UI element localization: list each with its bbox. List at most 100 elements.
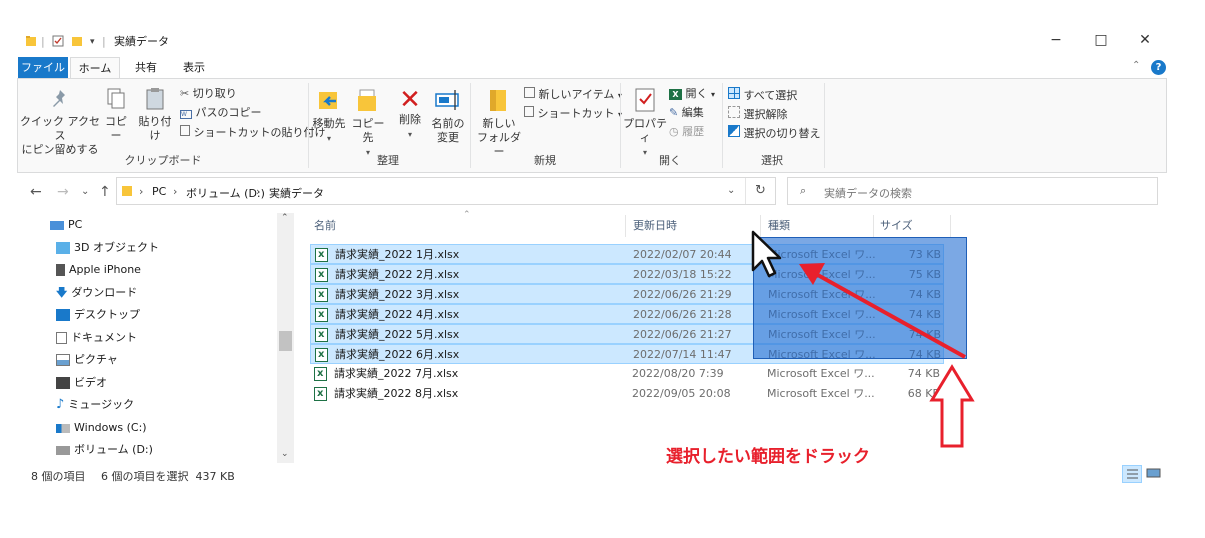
column-header-date[interactable]: 更新日時 xyxy=(633,215,677,237)
file-name: 請求実績_2022 4月.xlsx xyxy=(335,308,460,321)
edit-button[interactable]: ✎ 編集 xyxy=(669,106,704,120)
nav-item-videos[interactable]: ビデオ xyxy=(56,372,107,394)
ribbon-divider xyxy=(824,83,825,168)
new-folder-button[interactable]: 新しい フォルダー xyxy=(476,87,522,159)
shortcut-button[interactable]: ショートカット ▾ xyxy=(524,106,622,122)
breadcrumb-current-folder[interactable]: 実績データ xyxy=(269,185,324,201)
invert-selection-button[interactable]: 選択の切り替え xyxy=(728,125,821,141)
tab-home[interactable]: ホーム xyxy=(70,57,120,79)
group-label-clipboard: クリップボード xyxy=(124,154,202,167)
pictures-icon xyxy=(56,354,70,366)
copy-icon xyxy=(107,88,125,109)
annotation-caption: 選択したい範囲をドラック xyxy=(666,447,870,467)
new-folder-icon xyxy=(490,90,506,111)
move-to-icon xyxy=(319,92,337,109)
move-to-button[interactable]: 移動先 ▾ xyxy=(312,87,346,146)
scroll-up-icon[interactable]: ⌃ xyxy=(281,213,289,223)
file-row[interactable]: 請求実績_2022 8月.xlsx 2022/09/05 20:08 Microso… xyxy=(310,384,944,404)
collapse-ribbon-icon[interactable]: ⌃ xyxy=(1132,60,1140,71)
nav-item-pictures[interactable]: ピクチャ xyxy=(56,349,118,371)
recent-locations-icon[interactable]: ⌄ xyxy=(81,186,89,197)
shortcut-icon xyxy=(524,106,534,117)
column-header-size[interactable]: サイズ xyxy=(880,215,913,237)
details-view-icon[interactable] xyxy=(1122,465,1142,483)
file-date: 2022/06/26 21:27 xyxy=(633,328,732,341)
new-folder-quick-icon[interactable] xyxy=(71,35,83,51)
nav-scrollbar[interactable]: ⌃ ⌄ xyxy=(277,213,294,463)
copy-path-button[interactable]: W パスのコピー xyxy=(180,106,262,120)
properties-button[interactable]: プロパティ ▾ xyxy=(623,87,667,160)
rename-label-2: 変更 xyxy=(437,131,459,144)
select-all-button[interactable]: すべて選択 xyxy=(728,87,797,103)
new-item-label: 新しいアイテム xyxy=(538,88,615,101)
new-item-button[interactable]: 新しいアイテム ▾ xyxy=(524,87,622,103)
address-field[interactable]: › PC › ボリューム (D:) › 実績データ ⌄ ↻ xyxy=(116,177,776,205)
large-icons-view-icon[interactable] xyxy=(1146,466,1161,480)
nav-item-pc[interactable]: PC xyxy=(50,214,82,236)
up-arrow-icon[interactable]: ↑ xyxy=(99,184,111,200)
minimize-button[interactable]: − xyxy=(1041,32,1071,48)
close-button[interactable]: ✕ xyxy=(1130,32,1160,48)
paste-shortcut-button[interactable]: ショートカットの貼り付け xyxy=(180,125,326,140)
forward-arrow-icon[interactable]: → xyxy=(57,184,69,200)
invert-selection-label: 選択の切り替え xyxy=(743,127,821,140)
nav-item-desktop[interactable]: デスクトップ xyxy=(56,304,140,326)
breadcrumb-pc[interactable]: PC xyxy=(152,185,166,198)
select-all-label: すべて選択 xyxy=(743,89,798,102)
excel-file-icon xyxy=(315,285,328,305)
pin-quick-access-button[interactable]: クイック アクセス にピン留めする xyxy=(20,87,100,157)
file-name: 請求実績_2022 7月.xlsx xyxy=(334,367,459,380)
nav-item-music[interactable]: ♪ ミュージック xyxy=(56,394,134,416)
cut-button[interactable]: ✂ 切り取り xyxy=(180,87,237,101)
properties-quick-icon[interactable] xyxy=(52,35,64,51)
excel-file-icon xyxy=(314,364,327,384)
open-label: 開く xyxy=(685,87,708,100)
copy-path-label: パスのコピー xyxy=(195,106,262,119)
nav-item-windows-c[interactable]: Windows (C:) xyxy=(56,417,147,439)
file-type: Microsoft Excel ワ... xyxy=(767,387,875,400)
nav-item-downloads[interactable]: 🡇 ダウンロード xyxy=(56,282,137,304)
tab-view[interactable]: 表示 xyxy=(172,57,216,79)
history-button[interactable]: ◷ 履歴 xyxy=(669,125,704,139)
breadcrumb-volume-d[interactable]: ボリューム (D:) xyxy=(186,185,265,201)
excel-file-icon xyxy=(315,345,328,365)
file-name: 請求実績_2022 2月.xlsx xyxy=(335,268,460,281)
file-date: 2022/03/18 15:22 xyxy=(633,268,732,281)
nav-item-documents[interactable]: ドキュメント xyxy=(56,327,137,349)
tab-share[interactable]: 共有 xyxy=(124,57,168,79)
copy-button[interactable]: コピー xyxy=(102,87,130,143)
search-field[interactable]: ⌕ 実績データの検索 xyxy=(787,177,1158,205)
paste-icon xyxy=(146,88,164,110)
history-label: 履歴 xyxy=(682,125,705,138)
maximize-button[interactable]: □ xyxy=(1086,32,1116,48)
drag-direction-arrow-icon xyxy=(799,263,966,359)
music-icon: ♪ xyxy=(56,397,65,412)
folder-icon xyxy=(25,35,37,51)
quick-access-dropdown-icon[interactable]: ▾ xyxy=(90,35,95,49)
scrollbar-thumb[interactable] xyxy=(279,331,292,351)
copy-to-button[interactable]: コピー先 ▾ xyxy=(350,87,386,160)
delete-label: 削除 xyxy=(399,113,421,126)
open-button[interactable]: X 開く ▾ xyxy=(669,87,715,102)
back-arrow-icon[interactable]: ← xyxy=(30,184,42,200)
refresh-icon[interactable]: ↻ xyxy=(755,183,766,198)
file-date: 2022/02/07 20:44 xyxy=(633,248,732,261)
nav-item-3d-objects[interactable]: 3D オブジェクト xyxy=(56,237,159,259)
rename-button[interactable]: 名前の 変更 xyxy=(430,87,466,145)
column-header-name[interactable]: 名前 xyxy=(314,215,336,237)
nav-item-apple-iphone[interactable]: Apple iPhone xyxy=(56,259,141,281)
select-none-button[interactable]: 選択解除 xyxy=(728,106,788,122)
separator: | xyxy=(41,35,45,48)
nav-item-volume-d[interactable]: ボリューム (D:) xyxy=(56,439,153,461)
tab-file[interactable]: ファイル xyxy=(18,57,68,79)
properties-label: プロパティ xyxy=(623,117,667,144)
excel-icon: X xyxy=(669,89,682,100)
document-icon xyxy=(56,332,67,344)
delete-button[interactable]: ✕ 削除 ▾ xyxy=(394,87,426,142)
scroll-down-icon[interactable]: ⌄ xyxy=(281,449,289,459)
address-dropdown-icon[interactable]: ⌄ xyxy=(727,185,735,196)
paste-button[interactable]: 貼り付け xyxy=(134,87,176,143)
help-icon[interactable]: ? xyxy=(1151,60,1166,75)
file-name: 請求実績_2022 5月.xlsx xyxy=(335,328,460,341)
delete-icon: ✕ xyxy=(399,85,421,115)
